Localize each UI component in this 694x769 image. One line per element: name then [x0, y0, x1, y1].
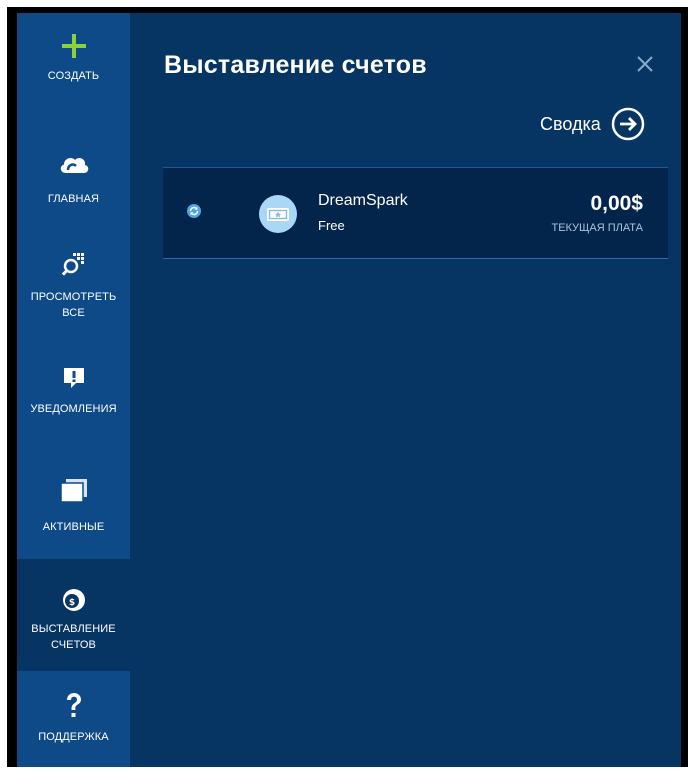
- sidebar-item-support[interactable]: ПОДДЕРЖКА: [17, 671, 130, 767]
- close-icon: [637, 56, 653, 72]
- cloud-icon: [60, 157, 88, 173]
- ticket-icon: [259, 195, 297, 233]
- notification-icon: [63, 368, 84, 388]
- sync-icon: [187, 204, 201, 218]
- current-charge-label: ТЕКУЩАЯ ПЛАТА: [551, 222, 643, 234]
- sidebar: СОЗДАТЬ ГЛАВНАЯ ПРОСМОТРЕТЬ ВСЕ УВЕДОМЛЕ…: [17, 13, 130, 767]
- sidebar-item-label: ПРОСМОТРЕТЬ ВСЕ: [30, 291, 117, 319]
- subscription-plan: Free: [318, 218, 345, 233]
- sidebar-item-create[interactable]: СОЗДАТЬ: [17, 13, 130, 126]
- summary-label: Сводка: [540, 113, 601, 134]
- summary-link[interactable]: Сводка: [540, 107, 645, 141]
- sidebar-item-label: СОЗДАТЬ: [47, 70, 100, 82]
- sidebar-item-billing[interactable]: $ ВЫСТАВЛЕНИЕ СЧЕТОВ: [17, 559, 130, 671]
- sidebar-item-label: УВЕДОМЛЕНИЯ: [30, 403, 117, 415]
- sidebar-item-notifications[interactable]: УВЕДОМЛЕНИЯ: [17, 353, 130, 467]
- sidebar-item-home[interactable]: ГЛАВНАЯ: [17, 126, 130, 241]
- browse-grid-search-icon: [61, 253, 84, 276]
- sidebar-item-label: ГЛАВНАЯ: [47, 193, 100, 205]
- page-title: Выставление счетов: [164, 51, 427, 79]
- sidebar-item-label: ПОДДЕРЖКА: [38, 731, 109, 743]
- current-charge-amount: 0,00$: [590, 192, 643, 215]
- close-button[interactable]: [633, 52, 657, 76]
- svg-text:$: $: [68, 598, 74, 608]
- billing-panel: Выставление счетов Сводка DreamSpark Fre…: [130, 13, 681, 767]
- question-icon: [66, 693, 81, 717]
- windows-stack-icon: [59, 479, 87, 503]
- sidebar-item-active[interactable]: АКТИВНЫЕ: [17, 467, 130, 559]
- subscription-name: DreamSpark: [318, 192, 408, 209]
- arrow-right-circle-icon: [611, 107, 645, 141]
- billing-coin-icon: $: [62, 589, 85, 611]
- plus-icon: [61, 34, 86, 58]
- subscription-row[interactable]: DreamSpark Free 0,00$ ТЕКУЩАЯ ПЛАТА: [163, 167, 668, 259]
- sidebar-item-browse[interactable]: ПРОСМОТРЕТЬ ВСЕ: [17, 241, 130, 353]
- sidebar-item-label: АКТИВНЫЕ: [42, 521, 105, 533]
- sidebar-item-label: ВЫСТАВЛЕНИЕ СЧЕТОВ: [31, 623, 116, 651]
